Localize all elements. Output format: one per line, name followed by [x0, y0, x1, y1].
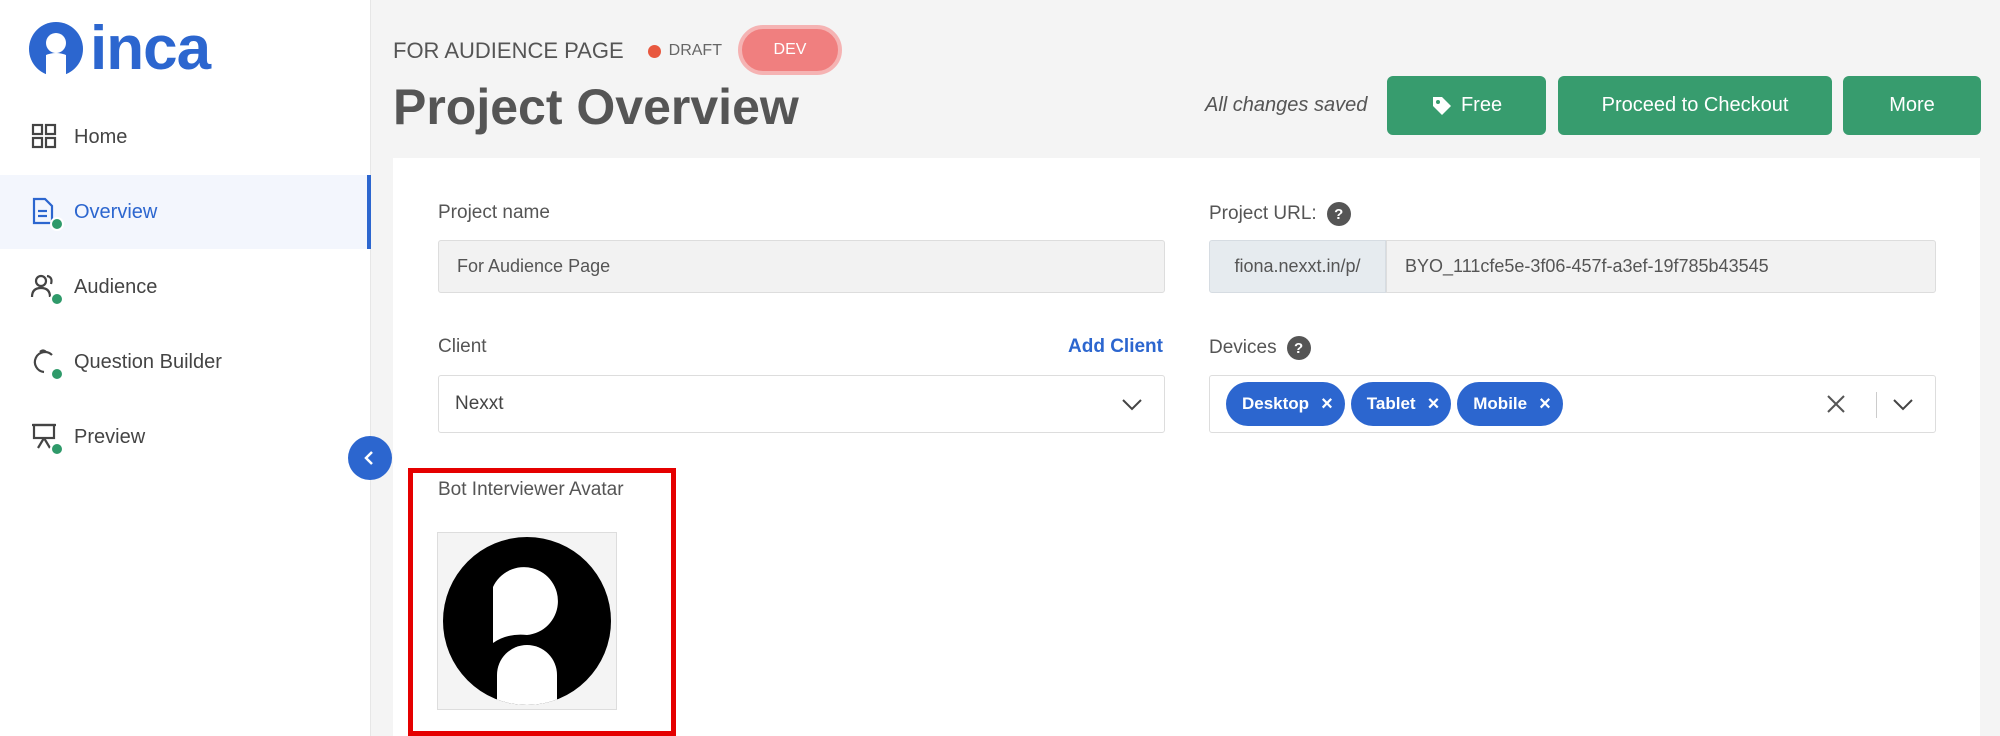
- presentation-icon: [30, 422, 64, 456]
- sidebar-item-label: Home: [74, 125, 128, 148]
- inca-logo[interactable]: inca: [28, 14, 211, 83]
- more-button-label: More: [1889, 94, 1935, 116]
- sidebar-item-label: Overview: [74, 200, 158, 223]
- client-value: Nexxt: [455, 393, 504, 414]
- tag-icon: [1432, 96, 1451, 115]
- sidebar-item-audience[interactable]: Audience: [0, 250, 371, 324]
- inca-logo-icon: [29, 22, 83, 77]
- project-name-input[interactable]: For Audience Page: [438, 240, 1165, 293]
- help-icon[interactable]: ?: [1286, 336, 1311, 360]
- remove-tag-icon[interactable]: ×: [1539, 393, 1551, 416]
- brand-name: inca: [90, 14, 211, 83]
- save-status: All changes saved: [1205, 94, 1368, 116]
- devices-multiselect[interactable]: Desktop × Tablet × Mobile ×: [1209, 375, 1936, 433]
- document-icon: [30, 197, 64, 231]
- check-icon: [50, 442, 64, 456]
- sidebar-item-home[interactable]: Home: [0, 100, 371, 174]
- sidebar-item-label: Audience: [74, 275, 158, 298]
- chevron-left-icon: [364, 451, 373, 465]
- status-badge: DRAFT: [647, 42, 722, 60]
- sidebar-item-label: Question Builder: [74, 350, 222, 373]
- add-client-link[interactable]: Add Client: [1068, 336, 1163, 358]
- checkout-button-label: Proceed to Checkout: [1601, 94, 1789, 116]
- collapse-sidebar-button[interactable]: [348, 436, 392, 480]
- breadcrumb: FOR AUDIENCE PAGE DRAFT: [393, 38, 722, 64]
- sidebar-item-label: Preview: [74, 425, 146, 448]
- breadcrumb-project: FOR AUDIENCE PAGE: [393, 38, 624, 63]
- client-label: Client: [438, 336, 487, 357]
- env-badge: DEV: [738, 25, 842, 75]
- device-tag-label: Desktop: [1242, 394, 1310, 413]
- project-url-label-group: Project URL:?: [1209, 202, 1351, 226]
- check-icon: [50, 292, 64, 306]
- project-url-value: BYO_111cfe5e-3f06-457f-a3ef-19f785b43545: [1405, 256, 1769, 276]
- free-button[interactable]: Free: [1387, 76, 1546, 135]
- project-name-value: For Audience Page: [457, 256, 611, 276]
- remove-tag-icon[interactable]: ×: [1321, 393, 1333, 416]
- highlight-box: [408, 468, 676, 736]
- status-label: DRAFT: [668, 42, 722, 59]
- status-dot-icon: [647, 44, 661, 58]
- check-icon: [50, 217, 64, 231]
- free-button-label: Free: [1460, 94, 1503, 116]
- client-select[interactable]: Nexxt: [438, 375, 1165, 433]
- devices-label: Devices: [1209, 337, 1277, 359]
- project-url-input[interactable]: BYO_111cfe5e-3f06-457f-a3ef-19f785b43545: [1386, 240, 1936, 293]
- sidebar-item-question-builder[interactable]: Question Builder: [0, 325, 371, 399]
- grid-icon: [30, 122, 60, 152]
- chevron-down-icon[interactable]: [1120, 392, 1144, 416]
- checkout-button[interactable]: Proceed to Checkout: [1558, 76, 1832, 135]
- url-prefix: fiona.nexxt.in/p/: [1209, 240, 1386, 293]
- chevron-down-icon[interactable]: [1891, 392, 1915, 416]
- device-tag-desktop: Desktop ×: [1226, 382, 1345, 426]
- sidebar-item-overview[interactable]: Overview: [0, 175, 371, 249]
- sidebar: inca Home Overview Audience Question Bui…: [0, 0, 371, 736]
- sidebar-item-preview[interactable]: Preview: [0, 400, 371, 474]
- device-tag-label: Mobile: [1473, 394, 1528, 413]
- more-button[interactable]: More: [1843, 76, 1981, 135]
- project-name-label: Project name: [438, 202, 550, 223]
- project-url-label: Project URL:: [1209, 203, 1317, 225]
- device-tag-tablet: Tablet ×: [1350, 382, 1452, 426]
- clear-icon[interactable]: [1825, 393, 1847, 415]
- device-tag-mobile: Mobile ×: [1457, 382, 1563, 426]
- help-icon[interactable]: ?: [1326, 202, 1351, 226]
- devices-label-group: Devices?: [1209, 336, 1311, 360]
- env-badge-label: DEV: [773, 41, 807, 58]
- check-icon: [50, 367, 64, 381]
- divider: [1876, 392, 1877, 418]
- question-builder-icon: [30, 347, 64, 381]
- device-tag-label: Tablet: [1366, 394, 1416, 413]
- users-icon: [30, 272, 64, 306]
- remove-tag-icon[interactable]: ×: [1428, 393, 1440, 416]
- page-title: Project Overview: [393, 79, 799, 135]
